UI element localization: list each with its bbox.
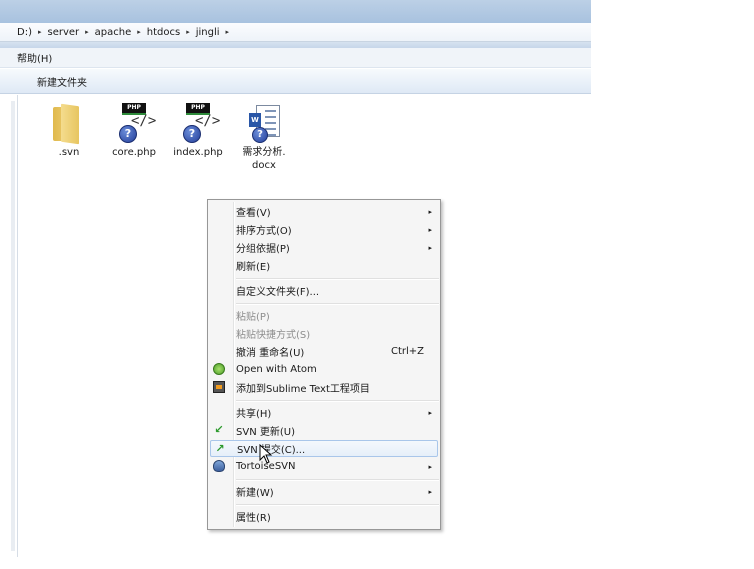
menu-separator [236, 479, 439, 481]
menu-item-share[interactable]: 共享(H) ▸ [210, 404, 438, 421]
php-file-icon: PHP </> ? [114, 103, 156, 143]
menu-help[interactable]: 帮助(H) [17, 50, 52, 65]
sublime-text-icon [213, 381, 225, 393]
mouse-cursor-icon [259, 444, 273, 464]
file-item-core-php[interactable]: PHP </> ? core.php [106, 103, 162, 159]
title-bar [0, 0, 591, 23]
submenu-arrow-icon: ▸ [428, 462, 432, 471]
menu-item-group[interactable]: 分组依据(P) ▸ [210, 239, 438, 256]
submenu-arrow-icon: ▸ [428, 487, 432, 496]
chevron-right-icon[interactable]: ▸ [137, 28, 141, 36]
svn-commit-icon: ↗ [215, 442, 225, 455]
tortoisesvn-icon [213, 460, 225, 472]
file-name: index.php [173, 147, 223, 158]
menu-item-undo-rename[interactable]: 撤消 重命名(U) Ctrl+Z [210, 343, 438, 360]
atom-icon [213, 363, 225, 375]
svn-unversioned-icon: ? [119, 125, 137, 143]
php-badge: PHP [186, 103, 210, 115]
php-badge: PHP [122, 103, 146, 115]
menu-item-paste-shortcut[interactable]: 粘贴快捷方式(S) [210, 325, 438, 342]
menu-item-open-with-atom[interactable]: Open with Atom [210, 361, 438, 378]
menu-item-paste[interactable]: 粘贴(P) [210, 307, 438, 324]
php-file-icon: PHP </> ? [178, 103, 220, 143]
menu-item-customize-folder[interactable]: 自定义文件夹(F)... [210, 282, 438, 299]
menu-item-view[interactable]: 查看(V) ▸ [210, 203, 438, 220]
navigation-pane[interactable] [0, 95, 18, 557]
submenu-arrow-icon: ▸ [428, 207, 432, 216]
svn-unversioned-icon: ? [183, 125, 201, 143]
shortcut-text: Ctrl+Z [390, 346, 424, 357]
chevron-right-icon[interactable]: ▸ [38, 28, 42, 36]
submenu-arrow-icon: ▸ [428, 225, 432, 234]
menu-item-add-to-sublime[interactable]: 添加到Sublime Text工程项目 [210, 379, 438, 396]
menu-separator [236, 303, 439, 305]
menu-item-tortoisesvn[interactable]: TortoiseSVN ▸ [210, 458, 438, 475]
file-item-index-php[interactable]: PHP </> ? index.php [170, 103, 226, 159]
file-item-svn[interactable]: .svn [41, 103, 97, 159]
breadcrumb-apache[interactable]: apache [95, 27, 132, 38]
context-menu: 查看(V) ▸ 排序方式(O) ▸ 分组依据(P) ▸ 刷新(E) 自定义文件夹… [207, 199, 441, 530]
word-document-icon: W ? [244, 103, 284, 143]
address-bar[interactable]: D:) ▸ server ▸ apache ▸ htdocs ▸ jingli … [0, 23, 591, 42]
file-name-line2: docx [252, 160, 276, 171]
menu-item-refresh[interactable]: 刷新(E) [210, 257, 438, 274]
svn-update-icon: ↙ [214, 423, 224, 436]
breadcrumb-jingli[interactable]: jingli [196, 27, 220, 38]
submenu-arrow-icon: ▸ [428, 408, 432, 417]
nav-scrollbar[interactable] [11, 101, 15, 551]
file-name: core.php [112, 147, 156, 158]
file-item-docx[interactable]: W ? 需求分析. docx [236, 103, 292, 172]
breadcrumb-htdocs[interactable]: htdocs [147, 27, 180, 38]
menu-item-svn-commit[interactable]: ↗ SVN 提交(C)... [210, 440, 438, 457]
breadcrumb-server[interactable]: server [48, 27, 80, 38]
menu-item-new[interactable]: 新建(W) ▸ [210, 483, 438, 500]
chevron-right-icon[interactable]: ▸ [85, 28, 89, 36]
svn-unversioned-icon: ? [252, 127, 268, 143]
menu-bar: 帮助(H) [0, 48, 591, 68]
command-bar: 新建文件夹 [0, 69, 591, 94]
file-name: .svn [58, 147, 80, 158]
chevron-right-icon[interactable]: ▸ [186, 28, 190, 36]
submenu-arrow-icon: ▸ [428, 243, 432, 252]
folder-icon [49, 103, 89, 145]
chevron-right-icon[interactable]: ▸ [226, 28, 230, 36]
file-name-line1: 需求分析. [242, 147, 286, 158]
new-folder-button[interactable]: 新建文件夹 [37, 74, 87, 89]
menu-separator [236, 504, 439, 506]
breadcrumb-drive[interactable]: D:) [17, 27, 32, 38]
menu-item-sort[interactable]: 排序方式(O) ▸ [210, 221, 438, 238]
menu-separator [236, 400, 439, 402]
menu-item-properties[interactable]: 属性(R) [210, 508, 438, 525]
menu-separator [236, 278, 439, 280]
menu-item-svn-update[interactable]: ↙ SVN 更新(U) [210, 422, 438, 439]
